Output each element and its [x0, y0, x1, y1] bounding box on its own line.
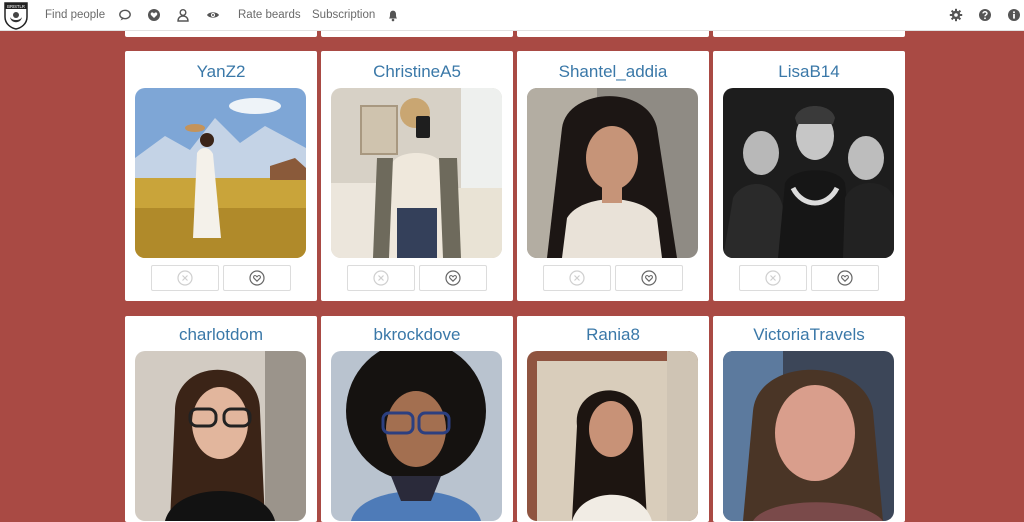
find-people-link[interactable]: Find people [45, 9, 105, 21]
dislike-button[interactable] [543, 265, 611, 291]
dislike-button[interactable] [151, 265, 219, 291]
profile-card: VictoriaTravels [713, 316, 905, 522]
profile-photo[interactable] [135, 351, 306, 521]
profile-username[interactable]: VictoriaTravels [713, 325, 905, 345]
profile-card: ChristineA5 [321, 51, 513, 301]
profile-card: charlotdom [125, 316, 317, 522]
profile-card: LisaB14 [713, 51, 905, 301]
like-button[interactable] [811, 265, 879, 291]
gear-icon[interactable] [949, 8, 963, 22]
previous-card-edge [517, 31, 709, 37]
heart-outline-icon [641, 270, 657, 286]
previous-card-edge [125, 31, 317, 37]
profile-username[interactable]: Shantel_addia [517, 62, 709, 82]
close-icon [569, 270, 585, 286]
profile-username[interactable]: LisaB14 [713, 62, 905, 82]
info-icon[interactable] [1007, 8, 1021, 22]
dislike-button[interactable] [347, 265, 415, 291]
profile-photo[interactable] [331, 88, 502, 258]
dislike-button[interactable] [739, 265, 807, 291]
heart-outline-icon [837, 270, 853, 286]
profile-photo[interactable] [723, 88, 894, 258]
profile-username[interactable]: charlotdom [125, 325, 317, 345]
help-icon[interactable] [978, 8, 992, 22]
profile-username[interactable]: Rania8 [517, 325, 709, 345]
rate-beards-link[interactable]: Rate beards [238, 9, 301, 21]
bristlr-logo[interactable]: BRISTLR [3, 2, 29, 30]
heart-outline-icon [249, 270, 265, 286]
profile-username[interactable]: ChristineA5 [321, 62, 513, 82]
profile-photo[interactable] [331, 351, 502, 521]
user-icon[interactable] [176, 8, 190, 22]
heart-icon[interactable] [147, 8, 161, 22]
profile-card: bkrockdove [321, 316, 513, 522]
like-button[interactable] [615, 265, 683, 291]
previous-card-edge [321, 31, 513, 37]
close-icon [177, 270, 193, 286]
profile-username[interactable]: YanZ2 [125, 62, 317, 82]
logo-lettering: BRISTLR [7, 4, 25, 9]
close-icon [373, 270, 389, 286]
profile-card: YanZ2 [125, 51, 317, 301]
eye-icon[interactable] [206, 8, 220, 22]
profile-username[interactable]: bkrockdove [321, 325, 513, 345]
profile-card: Shantel_addia [517, 51, 709, 301]
profile-photo[interactable] [527, 88, 698, 258]
close-icon [765, 270, 781, 286]
bell-icon[interactable] [386, 8, 400, 22]
like-button[interactable] [223, 265, 291, 291]
profile-card: Rania8 [517, 316, 709, 522]
subscription-link[interactable]: Subscription [312, 9, 375, 21]
profile-photo[interactable] [723, 351, 894, 521]
like-button[interactable] [419, 265, 487, 291]
profile-photo[interactable] [527, 351, 698, 521]
profile-photo[interactable] [135, 88, 306, 258]
top-navigation-bar: BRISTLR Find people Rate beards Subscrip… [0, 0, 1024, 31]
heart-outline-icon [445, 270, 461, 286]
previous-card-edge [713, 31, 905, 37]
chat-icon[interactable] [118, 8, 132, 22]
